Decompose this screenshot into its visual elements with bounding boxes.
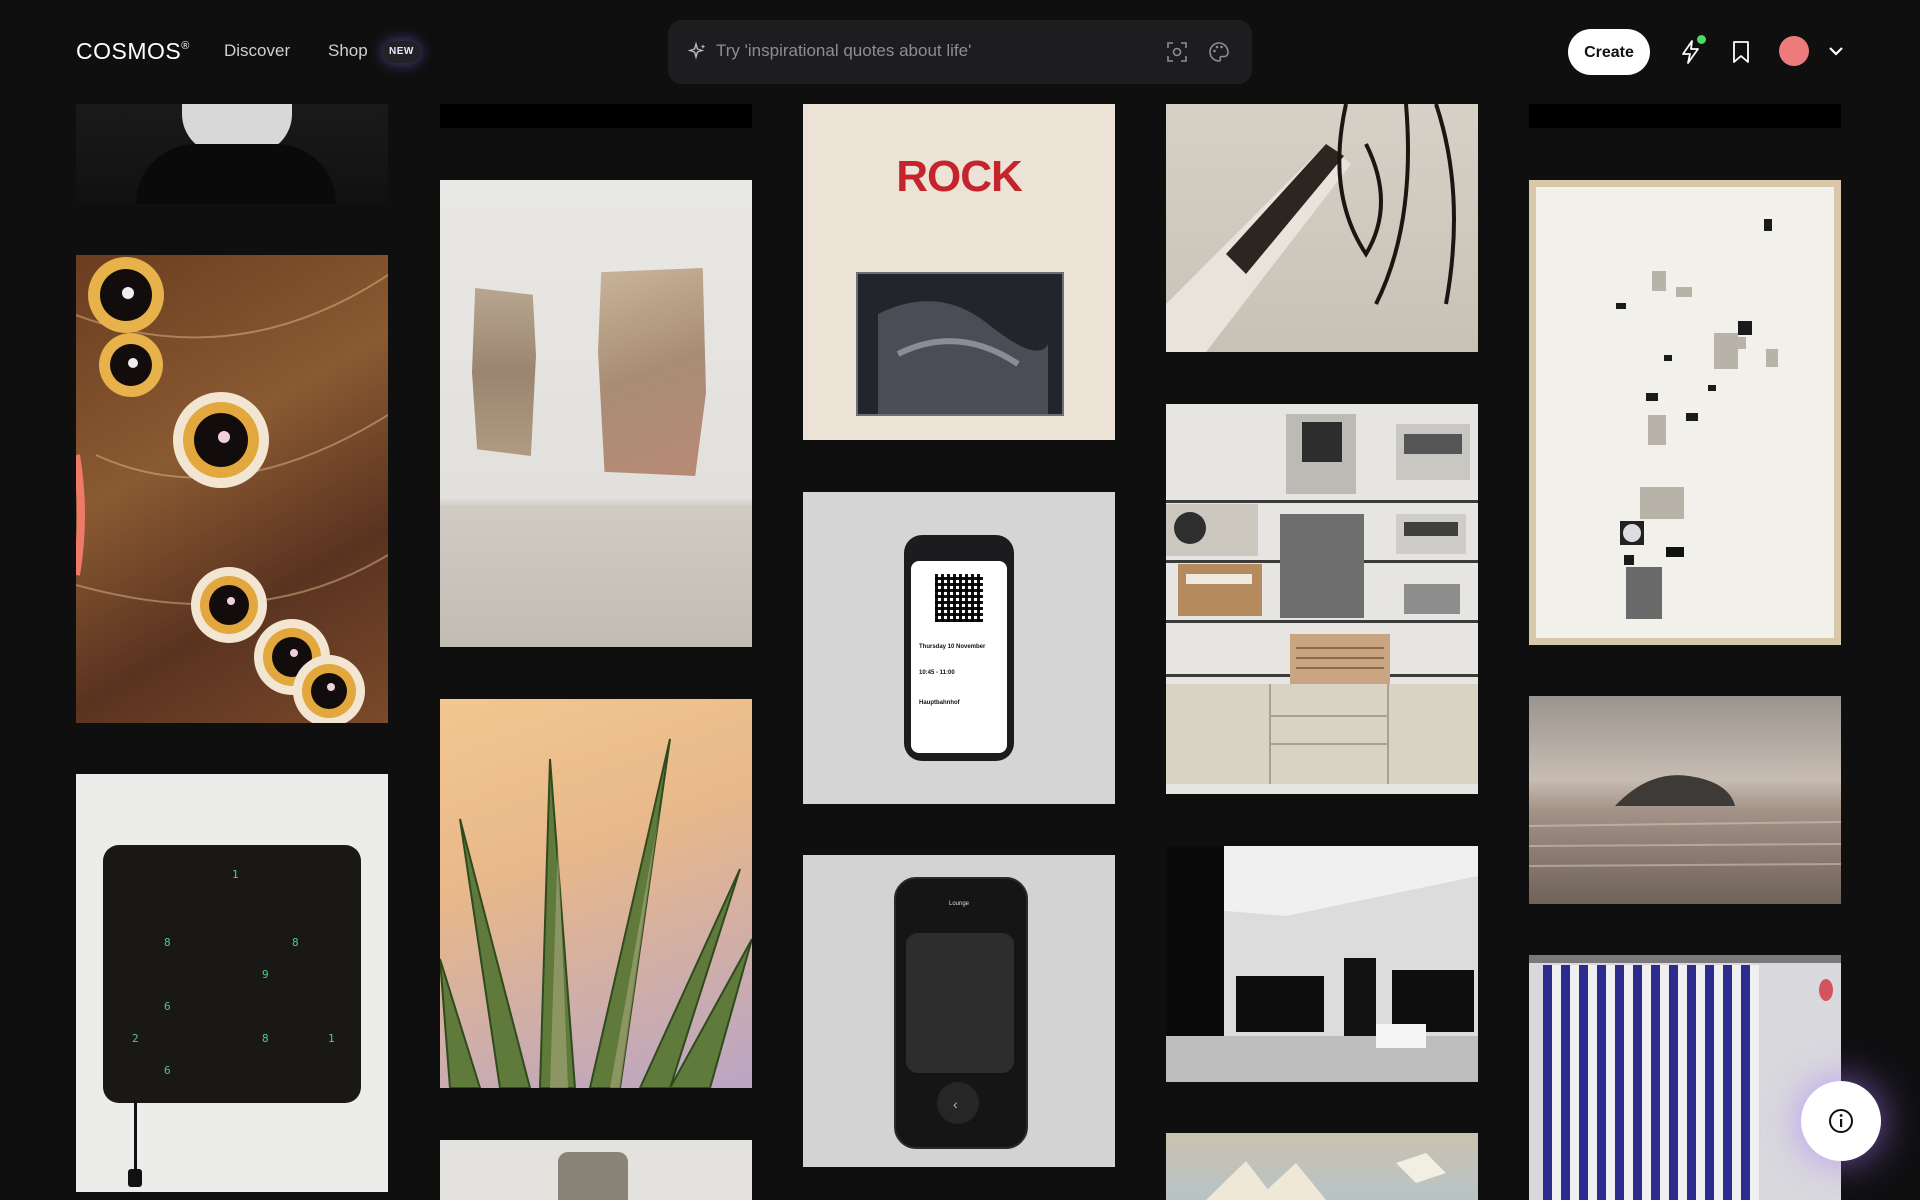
palette-icon[interactable] [1208, 41, 1230, 63]
visual-search-icon[interactable] [1166, 41, 1188, 63]
feed-card-agave[interactable] [440, 699, 752, 1088]
feed-card-gallery-room[interactable] [1166, 846, 1478, 1082]
feed-card-beach-island[interactable] [1529, 696, 1841, 904]
feed-card-butterfly-wing[interactable] [76, 255, 388, 723]
new-badge: NEW [383, 41, 420, 63]
sparkle-icon [688, 42, 706, 60]
cosmos-logo[interactable]: COSMOS® [76, 38, 190, 65]
bookmark-icon[interactable] [1728, 39, 1754, 65]
feed-card-object-partial[interactable] [440, 1140, 752, 1200]
search-bar[interactable]: Try 'inspirational quotes about life' [668, 20, 1252, 84]
ticket-time: 10:45 - 11:00 [919, 670, 955, 676]
clock-digit: 8 [292, 936, 299, 949]
feed-card-braun-shelf[interactable] [1166, 404, 1478, 794]
chevron-down-icon[interactable] [1827, 42, 1845, 60]
top-bar: COSMOS® Discover Shop NEW Try 'inspirati… [0, 0, 1920, 104]
ticket-date: Thursday 10 November [919, 644, 986, 650]
poster-title: ROCK [896, 152, 1023, 201]
feed-card-word-clock[interactable]: 1 8 8 9 6 2 8 1 6 [76, 774, 388, 1192]
clock-digit: 1 [328, 1032, 335, 1045]
feed-card-collage-frame[interactable] [1529, 180, 1841, 645]
feed-card-stripe-installation[interactable] [1529, 955, 1841, 1200]
feed-card-remote-app[interactable]: Lounge ‹ [803, 855, 1115, 1167]
clock-digit: 8 [164, 936, 171, 949]
nav-shop[interactable]: Shop [328, 41, 368, 61]
clock-digit: 8 [262, 1032, 269, 1045]
ticket-location: Hauptbahnhof [919, 700, 960, 706]
clock-digit: 6 [164, 1000, 171, 1013]
logo-text: COSMOS [76, 38, 182, 64]
feed-card-textile-wall[interactable] [440, 180, 752, 647]
feed-card-portrait-back[interactable] [76, 104, 388, 204]
clock-digit: 6 [164, 1064, 171, 1077]
clock-digit: 2 [132, 1032, 139, 1045]
feed-card-dark-top[interactable] [440, 104, 752, 128]
avatar[interactable] [1779, 36, 1809, 66]
create-button[interactable]: Create [1568, 29, 1650, 75]
feed-card-hand-drawing[interactable] [1166, 104, 1478, 352]
feed-card-mountain-print[interactable] [1166, 1133, 1478, 1200]
notification-dot [1697, 35, 1706, 44]
search-input[interactable]: Try 'inspirational quotes about life' [716, 41, 971, 61]
feed-card-ticket-app[interactable]: Thursday 10 November 10:45 - 11:00 Haupt… [803, 492, 1115, 804]
info-icon [1829, 1109, 1853, 1133]
feed-card-rock-poster[interactable]: ROCK [803, 104, 1115, 440]
nav-discover[interactable]: Discover [224, 41, 290, 61]
logo-mark: ® [181, 40, 190, 52]
remote-title: Lounge [948, 901, 970, 907]
feed-card-dark-top-2[interactable] [1529, 104, 1841, 128]
info-button[interactable] [1801, 1081, 1881, 1161]
clock-digit: 1 [232, 868, 239, 881]
clock-digit: 9 [262, 968, 269, 981]
